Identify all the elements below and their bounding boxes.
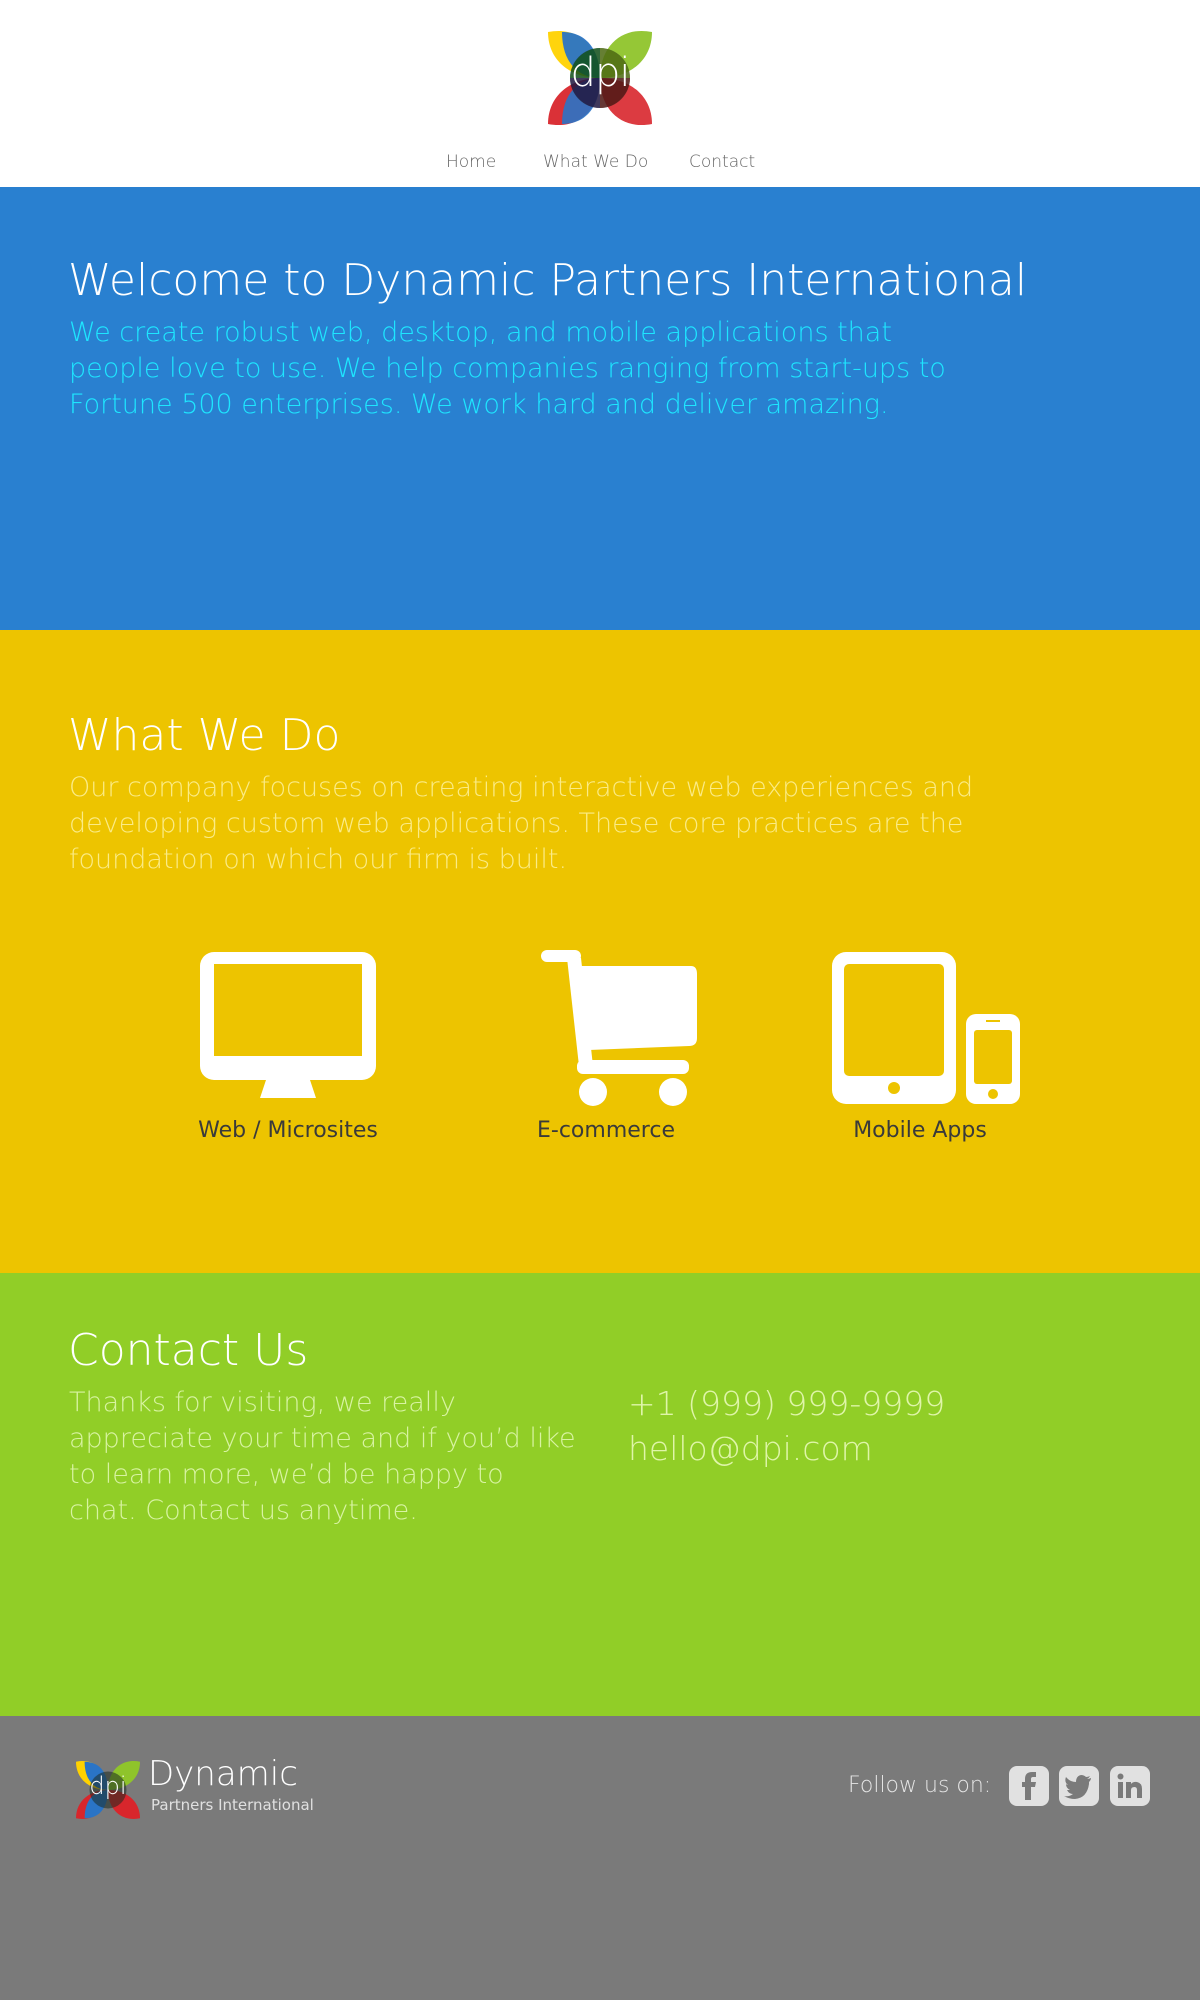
footer-brand-sub: Partners International: [151, 1796, 314, 1814]
service-label: Mobile Apps: [853, 1118, 987, 1143]
footer-logo[interactable]: dpi: [76, 1758, 140, 1822]
what-we-do-section: What We Do Our company focuses on creati…: [0, 630, 1200, 1273]
service-web: Web / Microsites: [158, 950, 418, 1143]
hero-text: We create robust web, desktop, and mobil…: [69, 317, 946, 420]
contact-phone[interactable]: +1 (999) 999-9999: [628, 1381, 945, 1426]
service-ecommerce: E-commerce: [476, 950, 736, 1143]
monitor-icon: [200, 952, 376, 1098]
contact-text: Thanks for visiting, we really appreciat…: [69, 1387, 576, 1526]
facebook-icon: [1022, 1772, 1036, 1800]
logo-text: dpi: [570, 50, 631, 96]
linkedin-button[interactable]: [1110, 1766, 1150, 1806]
contact-info: +1 (999) 999-9999 hello@dpi.com: [628, 1381, 945, 1471]
main-nav: Home What We Do Contact: [0, 152, 1200, 176]
site-header: dpi Home What We Do Contact: [0, 0, 1200, 187]
facebook-button[interactable]: [1009, 1766, 1049, 1806]
what-we-do-text: Our company focuses on creating interact…: [69, 772, 974, 875]
hero-title: Welcome to Dynamic Partners Internationa…: [68, 255, 1028, 306]
hero-section: Welcome to Dynamic Partners Internationa…: [0, 187, 1200, 630]
footer-logo-text: dpi: [89, 1772, 127, 1800]
linkedin-icon: [1117, 1773, 1142, 1798]
service-label: E-commerce: [537, 1118, 675, 1143]
service-label: Web / Microsites: [198, 1118, 378, 1143]
nav-home[interactable]: Home: [446, 152, 496, 172]
dpi-logo[interactable]: dpi: [548, 26, 652, 130]
service-mobile: Mobile Apps: [790, 950, 1050, 1143]
tablet-phone-icon: [832, 952, 1020, 1104]
nav-contact[interactable]: Contact: [689, 152, 755, 172]
shopping-cart-icon: [541, 950, 697, 1106]
twitter-button[interactable]: [1059, 1766, 1099, 1806]
contact-email[interactable]: hello@dpi.com: [628, 1426, 945, 1471]
site-footer: dpi Dynamic Partners International Follo…: [0, 1716, 1200, 2000]
footer-brand-name: Dynamic: [148, 1754, 298, 1794]
twitter-icon: [1064, 1775, 1091, 1799]
what-we-do-title: What We Do: [68, 710, 341, 761]
follow-label: Follow us on:: [848, 1773, 992, 1798]
contact-title: Contact Us: [68, 1325, 309, 1376]
nav-what-we-do[interactable]: What We Do: [543, 152, 648, 172]
contact-section: Contact Us Thanks for visiting, we reall…: [0, 1273, 1200, 1716]
